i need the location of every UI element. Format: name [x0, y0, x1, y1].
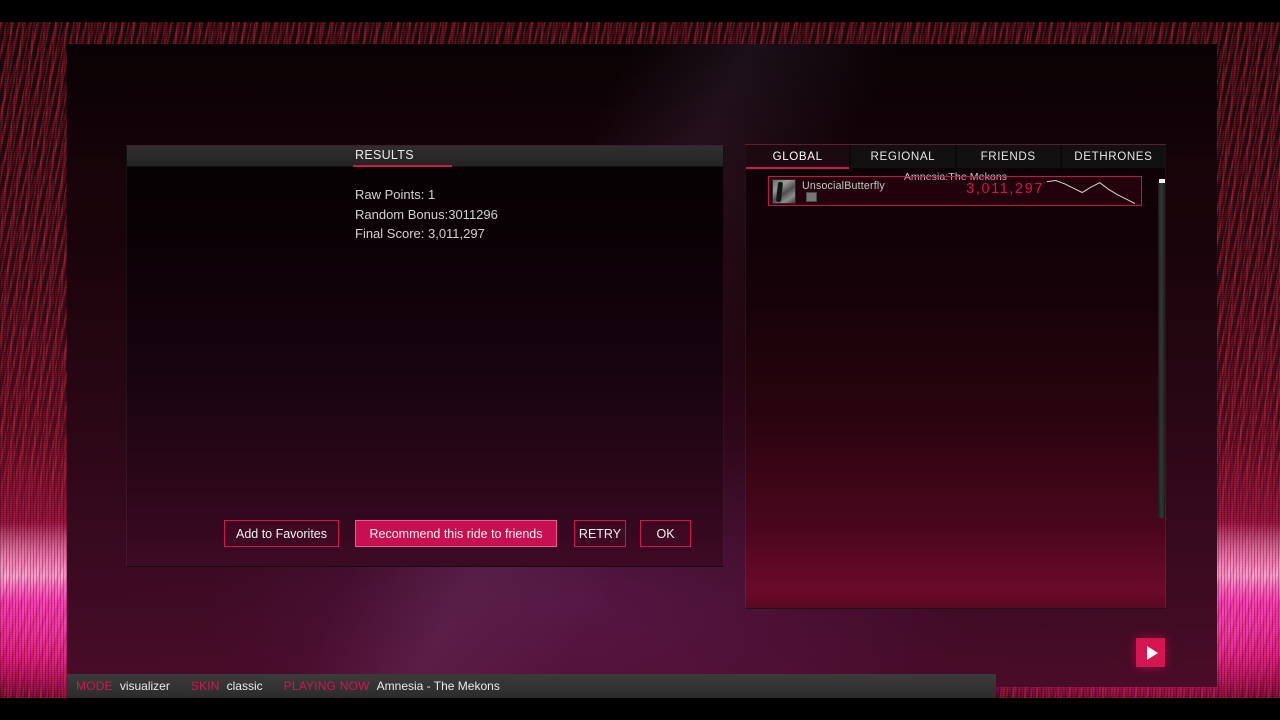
ok-button[interactable]: OK [640, 520, 691, 547]
player-name: UnsocialButterfly [802, 180, 885, 192]
rank-badge-icon [806, 192, 817, 202]
scrollbar-track[interactable] [1158, 183, 1165, 518]
game-screen: RESULTS Raw Points: 1 Random Bonus:30112… [0, 0, 1280, 720]
tab-regional[interactable]: REGIONAL [851, 145, 955, 168]
status-value-playing-now: Amnesia - The Mekons [376, 679, 500, 693]
add-to-favorites-button[interactable]: Add to Favorites [224, 520, 339, 547]
status-key-playing-now: PLAYING NOW [283, 679, 370, 693]
application-window: RESULTS Raw Points: 1 Random Bonus:30112… [67, 44, 1217, 687]
play-button[interactable] [1136, 638, 1165, 667]
leaderboard-entry-row[interactable]: UnsocialButterfly 3,011,297 [768, 176, 1142, 206]
random-bonus-line: Random Bonus:3011296 [355, 206, 498, 222]
status-key-mode: MODE [76, 679, 113, 693]
leaderboard-panel: GLOBAL REGIONAL FRIENDS DETHRONES Amnesi… [745, 144, 1166, 609]
score-sparkline-chart [1047, 179, 1135, 204]
results-panel-header: RESULTS [127, 146, 723, 167]
tab-dethrones[interactable]: DETHRONES [1061, 145, 1165, 168]
tab-friends[interactable]: FRIENDS [956, 145, 1060, 168]
status-bar: MODE visualizer SKIN classic PLAYING NOW… [67, 674, 996, 698]
player-score: 3,011,297 [966, 181, 1044, 197]
avatar [772, 179, 796, 204]
results-panel-body: Raw Points: 1 Random Bonus:3011296 Final… [127, 167, 723, 566]
tab-global[interactable]: GLOBAL [746, 145, 850, 169]
results-action-bar: Add to Favorites Recommend this ride to … [127, 520, 723, 547]
final-score-line: Final Score: 3,011,297 [355, 226, 485, 242]
raw-points-line: Raw Points: 1 [355, 187, 436, 202]
letterbox-bottom [0, 698, 1280, 720]
results-score-breakdown: Raw Points: 1 Random Bonus:3011296 Final… [355, 185, 498, 244]
status-value-skin: classic [226, 679, 263, 693]
letterbox-top [0, 0, 1280, 22]
leaderboard-tabs: GLOBAL REGIONAL FRIENDS DETHRONES [746, 145, 1165, 169]
retry-button[interactable]: RETRY [574, 520, 626, 547]
status-value-mode: visualizer [119, 679, 170, 693]
page-title: RESULTS [355, 148, 414, 162]
recommend-button[interactable]: Recommend this ride to friends [355, 520, 557, 547]
results-panel: RESULTS Raw Points: 1 Random Bonus:30112… [126, 145, 724, 567]
play-icon [1146, 645, 1158, 660]
status-key-skin: SKIN [190, 679, 220, 693]
